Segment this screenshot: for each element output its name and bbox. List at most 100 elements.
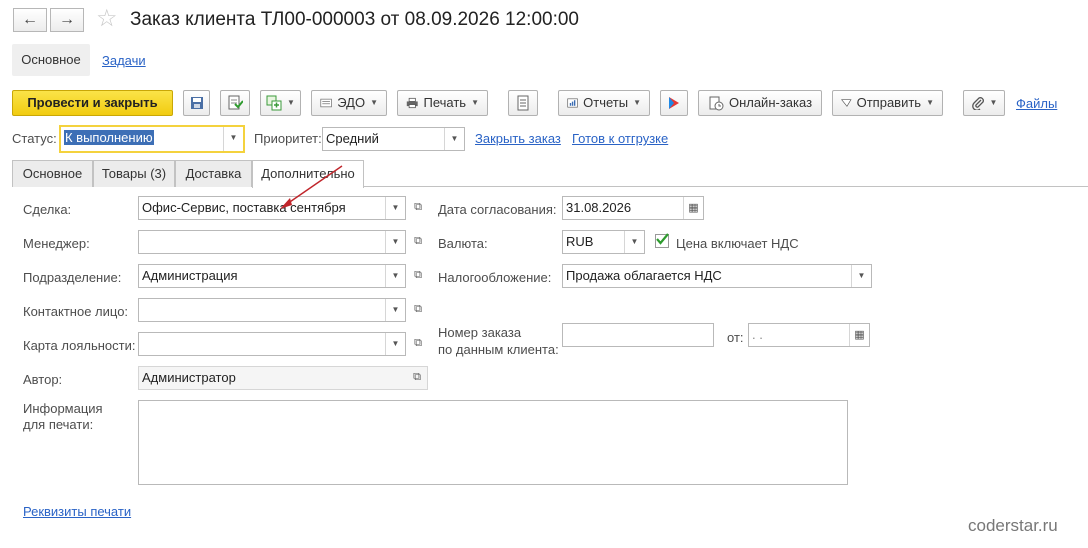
status-value: К выполнению [64,130,154,145]
chevron-down-icon: ▼ [633,98,641,107]
chevron-down-icon[interactable]: ▼ [385,265,405,287]
checkmark-icon [656,233,669,245]
favorite-star-icon[interactable]: ☆ [96,6,118,32]
loyalty-field[interactable]: ▼ [138,332,406,356]
chevron-down-icon[interactable]: ▼ [624,231,644,253]
chevron-down-icon[interactable]: ▼ [385,299,405,321]
print-label: Печать [423,95,467,110]
online-order-icon [709,96,724,110]
author-field[interactable]: Администратор ⧉ [138,366,428,390]
document-list-icon [517,95,529,111]
paperclip-icon [971,97,984,110]
client-order-number-field[interactable] [562,323,714,347]
chevron-down-icon: ▼ [926,98,934,107]
online-order-label: Онлайн-заказ [728,95,813,110]
save-button[interactable] [183,90,210,116]
contact-field[interactable]: ▼ [138,298,406,322]
send-button[interactable]: Отправить ▼ [832,90,943,116]
tab-main-section[interactable]: Основное [12,44,90,76]
post-and-close-label: Провести и закрыть [27,95,158,110]
chevron-down-icon: ▼ [471,98,479,107]
watermark: coderstar.ru [968,516,1058,535]
reports-button[interactable]: Отчеты ▼ [558,90,650,116]
close-order-link[interactable]: Закрыть заказ [475,131,561,146]
currency-select[interactable]: RUB ▼ [562,230,645,254]
post-and-close-button[interactable]: Провести и закрыть [12,90,173,116]
author-value: Администратор [142,370,236,385]
files-link[interactable]: Файлы [1016,96,1057,111]
loyalty-label: Карта лояльности: [23,338,136,353]
agreement-date-label: Дата согласования: [438,202,557,217]
agreement-date-field[interactable]: 31.08.2026 ▦ [562,196,704,220]
priority-select[interactable]: Средний ▼ [322,127,465,151]
post-button[interactable] [220,90,250,116]
status-label: Статус: [12,131,57,146]
tab-main[interactable]: Основное [12,160,93,187]
calendar-icon[interactable]: ▦ [849,324,869,346]
priority-label: Приоритет: [254,131,322,146]
manager-field[interactable]: ▼ [138,230,406,254]
chevron-down-icon[interactable]: ▼ [223,127,243,151]
contact-label: Контактное лицо: [23,304,129,319]
print-button[interactable]: Печать ▼ [397,90,488,116]
author-label: Автор: [23,372,63,387]
attachments-button[interactable]: ▼ [963,90,1005,116]
division-field[interactable]: Администрация ▼ [138,264,406,288]
ready-to-ship-link[interactable]: Готов к отгрузке [572,131,668,146]
chevron-down-icon: ▼ [370,98,378,107]
from-label: от: [727,330,744,345]
chevron-down-icon[interactable]: ▼ [385,231,405,253]
printer-icon [406,97,418,109]
forward-button[interactable]: → [50,8,84,32]
tab-delivery[interactable]: Доставка [175,160,252,187]
save-icon [190,97,203,109]
send-to-messenger-button[interactable] [660,90,688,116]
open-icon[interactable]: ⧉ [408,298,428,322]
play-colored-icon [669,97,679,109]
chevron-down-icon[interactable]: ▼ [385,197,405,219]
create-based-on-icon [266,95,282,111]
back-button[interactable]: ← [13,8,47,32]
taxation-select[interactable]: Продажа облагается НДС ▼ [562,264,872,288]
print-requisites-link[interactable]: Реквизиты печати [23,504,131,519]
edo-button[interactable]: ЭДО ▼ [311,90,387,116]
client-order-date-value: . . [752,327,763,342]
vat-included-checkbox[interactable] [655,233,669,248]
create-based-on-button[interactable]: ▼ [260,90,301,116]
edo-icon [320,98,332,108]
print-info-textarea[interactable] [138,400,848,485]
taxation-value: Продажа облагается НДС [566,268,722,283]
open-icon[interactable]: ⧉ [408,230,428,254]
priority-value: Средний [326,131,379,146]
manager-label: Менеджер: [23,236,90,251]
chevron-down-icon[interactable]: ▼ [851,265,871,287]
chevron-down-icon: ▼ [287,98,295,107]
open-icon[interactable]: ⧉ [408,196,428,220]
chevron-down-icon: ▼ [989,98,998,107]
reports-icon [567,98,578,108]
print-info-label-2: для печати: [23,417,94,432]
post-document-icon [228,95,243,110]
taxation-label: Налогообложение: [438,270,552,285]
client-order-label-1: Номер заказа [438,325,522,340]
print-info-label-1: Информация [23,401,103,416]
currency-label: Валюта: [438,236,488,251]
status-select[interactable]: К выполнению ▼ [59,125,245,153]
document-structure-button[interactable] [508,90,538,116]
open-icon[interactable]: ⧉ [407,367,427,389]
vat-included-label: Цена включает НДС [676,236,799,251]
send-icon [841,99,852,107]
open-icon[interactable]: ⧉ [408,264,428,288]
reports-label: Отчеты [583,95,629,110]
client-order-date-field[interactable]: . . ▦ [748,323,870,347]
tasks-link[interactable]: Задачи [102,53,146,68]
annotation-arrow [280,165,343,209]
chevron-down-icon[interactable]: ▼ [444,128,464,150]
tab-goods[interactable]: Товары (3) [93,160,175,187]
chevron-down-icon[interactable]: ▼ [385,333,405,355]
agreement-date-value: 31.08.2026 [566,200,632,215]
calendar-icon[interactable]: ▦ [683,197,703,219]
open-icon[interactable]: ⧉ [408,332,428,356]
division-value: Администрация [142,268,238,283]
online-order-button[interactable]: Онлайн-заказ [698,90,822,116]
